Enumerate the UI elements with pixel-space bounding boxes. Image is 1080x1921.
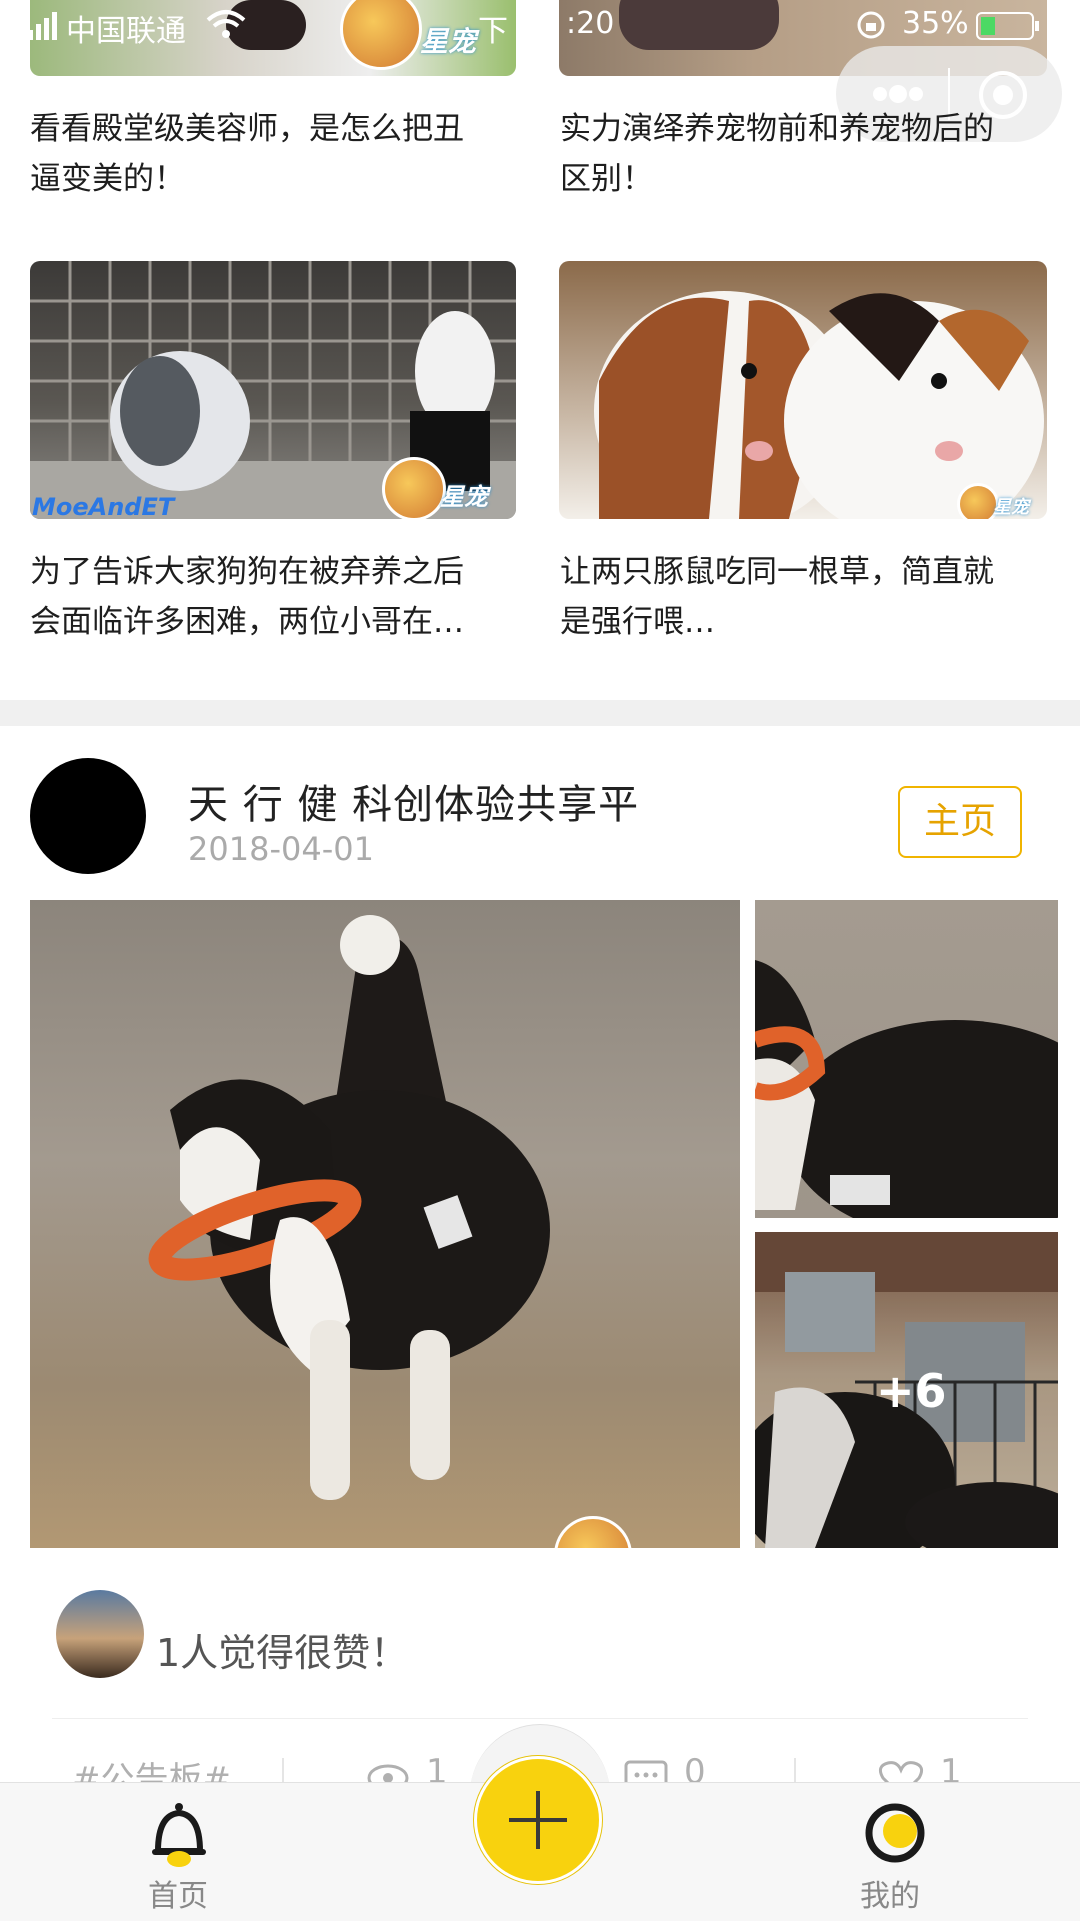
guinea-pigs-image <box>594 291 1044 519</box>
time-hidden: 下 <box>478 14 508 49</box>
watermark-logo <box>382 457 446 519</box>
video-title-2-line2: 区别！ <box>560 161 653 197</box>
profile-icon <box>862 1803 928 1867</box>
lock-rotation-icon <box>856 10 886 48</box>
video-title-3-line2: 会面临许多困难，两位小哥在… <box>30 604 464 640</box>
video-thumb-3[interactable]: MoeAndET 星宠 <box>30 261 516 519</box>
video-title-4-line2: 是强行喂… <box>560 604 715 640</box>
video-title-1-line2: 逼变美的！ <box>30 161 185 197</box>
add-post-button[interactable] <box>474 1756 602 1884</box>
border-collie-image <box>148 915 550 1500</box>
post-photo-main[interactable] <box>30 900 740 1548</box>
post-date: 2018-04-01 <box>188 830 374 868</box>
post-divider <box>52 1718 1028 1719</box>
tab-mine-label: 我的 <box>860 1879 920 1914</box>
status-time: :20 <box>566 6 615 41</box>
author-name[interactable]: 天 行 健 科创体验共享平 <box>188 772 639 830</box>
tab-home-label: 首页 <box>148 1879 208 1914</box>
carrier-name: 中国联通 <box>66 14 186 49</box>
video-overlay-text: MoeAndET <box>32 493 175 519</box>
home-page-button[interactable]: 主页 <box>898 786 1022 858</box>
watermark-text: 星宠 <box>440 483 488 511</box>
plus-icon <box>505 1787 571 1857</box>
liker-avatar[interactable] <box>56 1590 144 1678</box>
video-title-3-line1: 为了告诉大家狗狗在被弃养之后 <box>30 554 464 590</box>
video-title-3[interactable]: 为了告诉大家狗狗在被弃养之后 会面临许多困难，两位小哥在… <box>30 547 520 647</box>
video-title-4-line1: 让两只豚鼠吃同一根草，简直就 <box>560 554 994 590</box>
video-title-2-line1: 实力演绎养宠物前和养宠物后的 <box>560 111 994 147</box>
section-divider <box>0 700 1080 726</box>
wifi-icon <box>206 8 246 48</box>
bell-icon <box>146 1801 212 1871</box>
battery-icon <box>976 12 1040 50</box>
video-title-1-line1: 看看殿堂级美容师，是怎么把丑 <box>30 111 464 147</box>
tab-home[interactable]: 首页 <box>130 1801 230 1914</box>
signal-icon <box>28 12 58 48</box>
video-title-1[interactable]: 看看殿堂级美容师，是怎么把丑 逼变美的！ <box>30 104 520 204</box>
author-avatar[interactable] <box>30 758 146 874</box>
likes-summary: 1人觉得很赞！ <box>156 1631 409 1675</box>
battery-percent: 35% <box>902 6 969 41</box>
watermark-text: 星宠 <box>993 497 1029 518</box>
more-photos-count[interactable]: +6 <box>876 1364 947 1418</box>
video-title-2[interactable]: 实力演绎养宠物前和养宠物后的 区别！ <box>560 104 1050 204</box>
video-thumb-4[interactable]: 星宠 <box>559 261 1047 519</box>
border-collie-closeup <box>755 960 1058 1218</box>
tab-mine[interactable]: 我的 <box>850 1801 950 1914</box>
post-photo-2[interactable] <box>755 900 1058 1218</box>
video-title-4[interactable]: 让两只豚鼠吃同一根草，简直就 是强行喂… <box>560 547 1050 647</box>
